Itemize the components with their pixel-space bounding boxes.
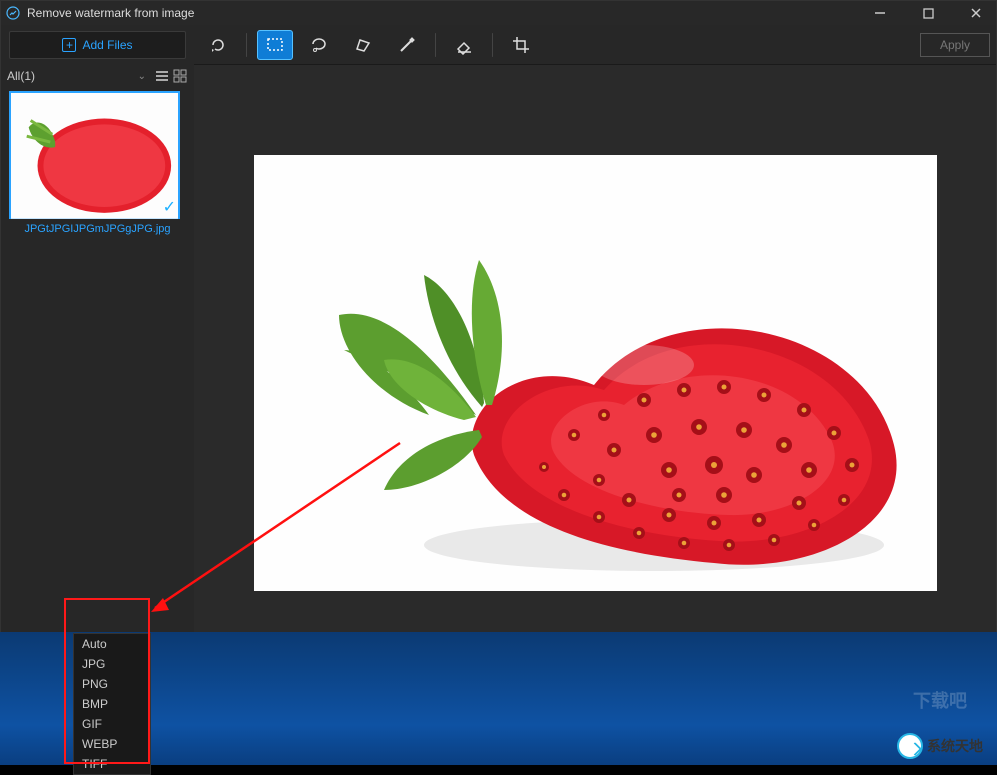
window-title: Remove watermark from image [27,6,868,20]
window-controls [868,3,992,23]
format-option[interactable]: BMP [74,694,150,714]
format-dropdown: Auto JPG PNG BMP GIF WEBP TIFF [73,633,151,775]
app-logo-icon [5,5,21,21]
workarea: Apply [194,25,996,722]
add-files-button[interactable]: + Add Files [9,31,186,59]
thumbnail-filename: JPGtJPGIJPGmJPGgJPG.jpg [7,223,188,235]
plus-icon: + [62,38,76,52]
format-option[interactable]: Auto [74,634,150,654]
globe-icon [897,733,923,759]
rectangle-select-tool[interactable] [257,30,293,60]
maximize-button[interactable] [916,3,940,23]
canvas-image [254,155,937,591]
format-option[interactable]: TIFF [74,754,150,774]
grid-view-icon[interactable] [172,68,188,84]
chevron-down-icon: ⌄ [138,71,152,82]
toolbar: Apply [194,25,996,65]
undo-button[interactable] [200,30,236,60]
add-files-label: Add Files [82,38,132,52]
file-filter-select[interactable]: All(1) ⌄ [7,69,152,83]
apply-button[interactable]: Apply [920,33,990,57]
eraser-tool[interactable] [446,30,482,60]
check-icon: ✓ [163,197,176,217]
brush-tool[interactable] [389,30,425,60]
list-view-icon[interactable] [154,68,170,84]
lasso-tool[interactable] [301,30,337,60]
file-filter-row: All(1) ⌄ [1,65,194,87]
format-option[interactable]: WEBP [74,734,150,754]
close-button[interactable] [964,3,988,23]
format-option[interactable]: JPG [74,654,150,674]
canvas[interactable] [194,65,996,680]
site-watermark: 系统天地 [897,725,997,767]
watermark-text: 下载吧 [913,687,967,713]
crop-tool[interactable] [503,30,539,60]
sidebar: + Add Files All(1) ⌄ ✓ [1,25,194,722]
titlebar: Remove watermark from image [1,1,996,25]
file-thumbnail[interactable]: ✓ [9,91,180,219]
minimize-button[interactable] [868,3,892,23]
format-option[interactable]: PNG [74,674,150,694]
polygon-tool[interactable] [345,30,381,60]
format-option[interactable]: GIF [74,714,150,734]
